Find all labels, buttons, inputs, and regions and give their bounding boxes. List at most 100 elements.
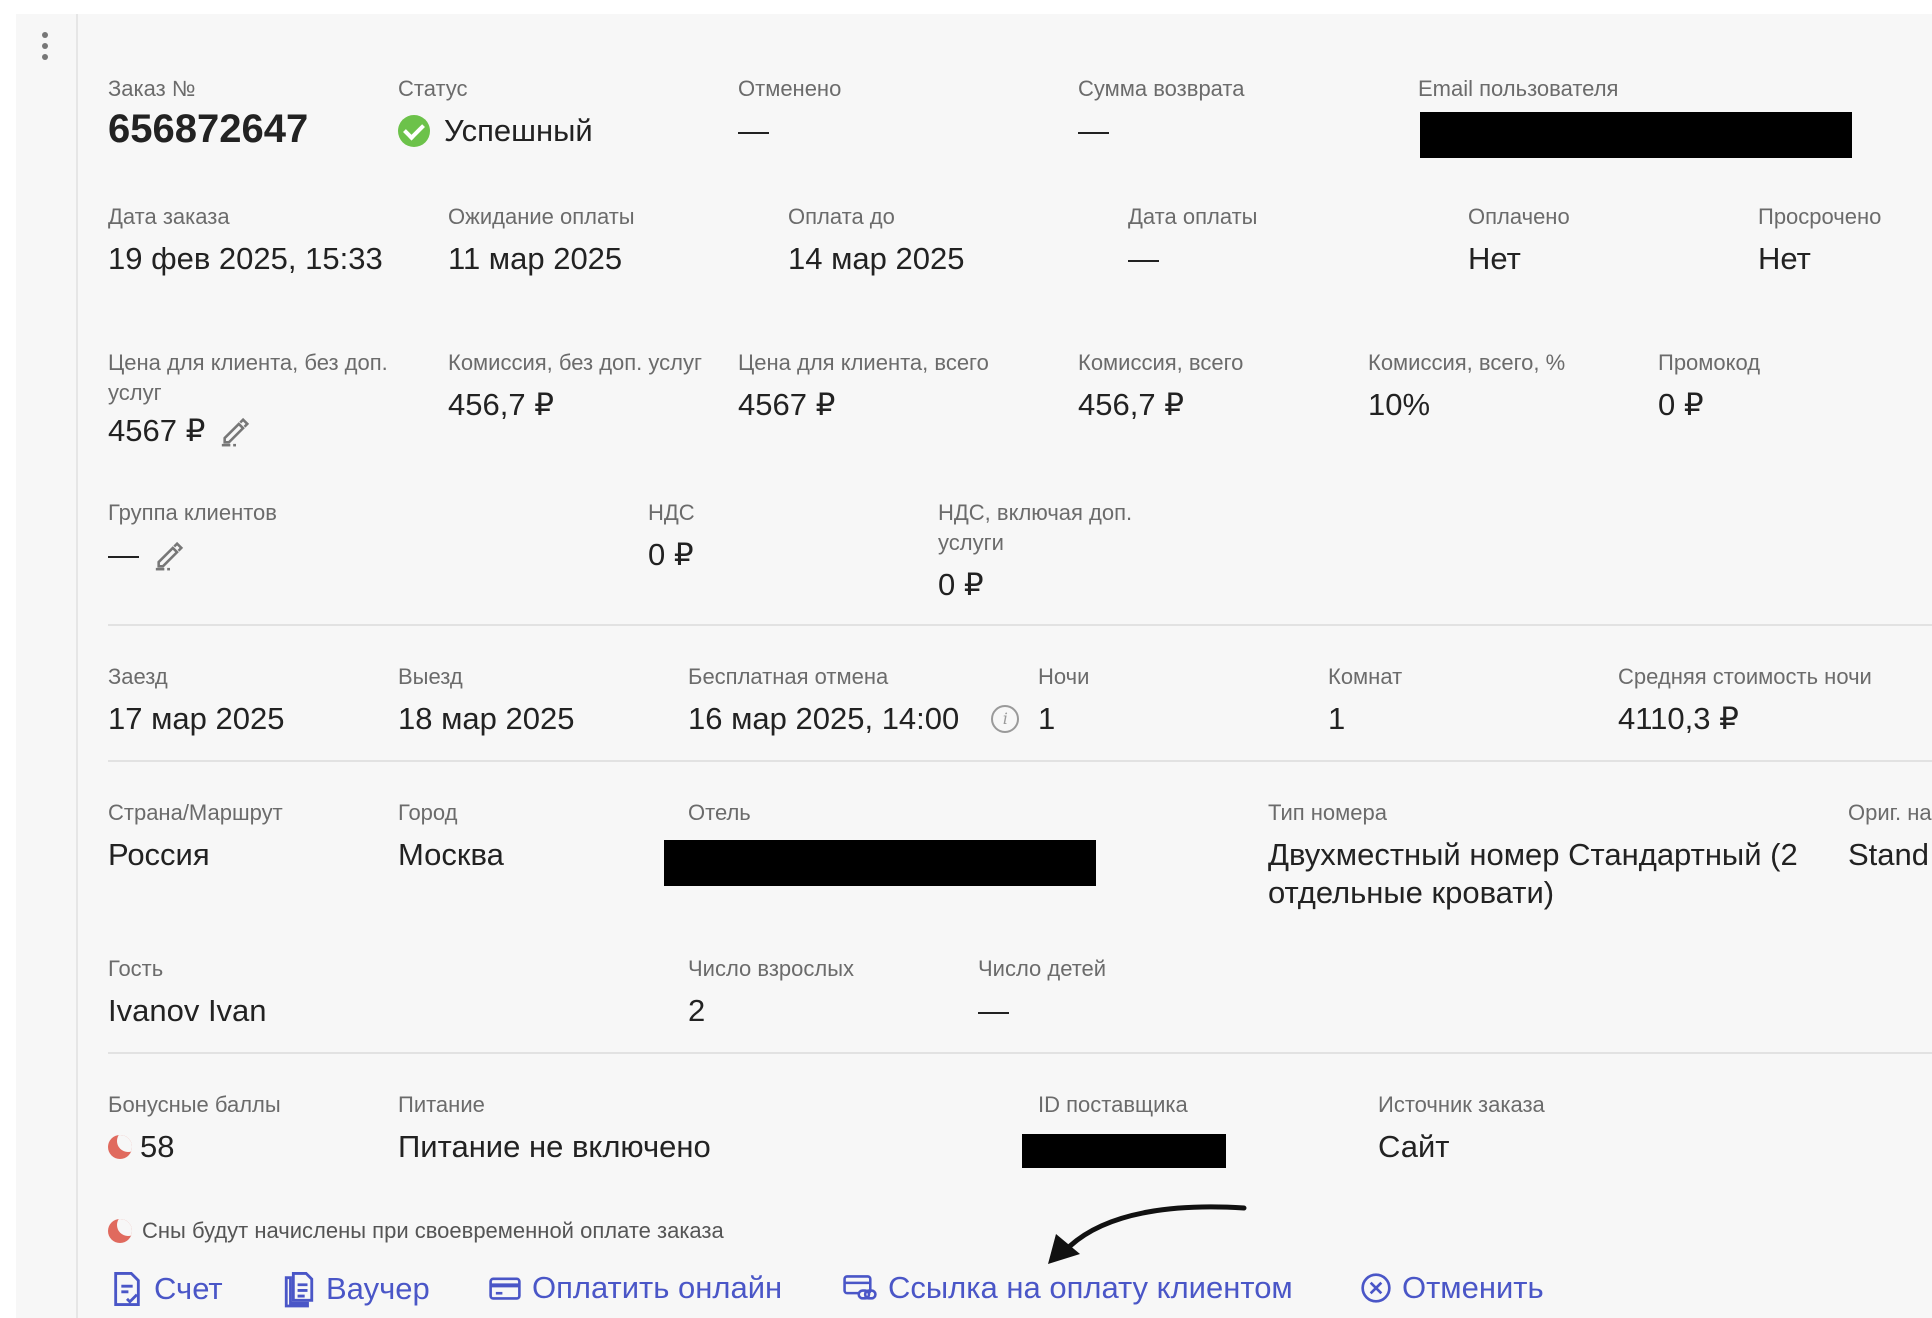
pay-link-label: Ссылка на оплату клиентом	[888, 1270, 1293, 1305]
promo-value: 0 ₽	[1658, 387, 1704, 422]
commission-total-field: Комиссия, всего 456,7 ₽	[1078, 348, 1243, 424]
adults-field: Число взрослых 2	[688, 954, 854, 1030]
cancel-button[interactable]: Отменить	[1360, 1270, 1544, 1306]
rooms-value: 1	[1328, 701, 1346, 736]
price-total-label: Цена для клиента, всего	[738, 350, 989, 375]
country-value: Россия	[108, 837, 210, 872]
credit-card-icon	[489, 1277, 521, 1300]
awaiting-value: 11 мар 2025	[448, 241, 623, 276]
client-group-field: Группа клиентов —	[108, 498, 277, 574]
avg-night-value: 4110,3 ₽	[1618, 701, 1739, 736]
status-field: Статус Успешный	[398, 74, 593, 150]
order-number-field: Заказ № 656872647	[108, 74, 308, 149]
source-value: Сайт	[1378, 1129, 1450, 1164]
room-type-label: Тип номера	[1268, 800, 1388, 825]
commission-value: 456,7 ₽	[448, 387, 554, 422]
price-client-label: Цена для клиента, без доп. услуг	[108, 350, 388, 405]
price-client-field: Цена для клиента, без доп. услуг 4567 ₽	[108, 348, 428, 450]
checkout-value: 18 мар 2025	[398, 701, 575, 736]
checkin-label: Заезд	[108, 664, 168, 689]
email-field: Email пользователя	[1418, 74, 1618, 104]
client-group-value: —	[108, 537, 139, 572]
guest-value: Ivanov Ivan	[108, 993, 267, 1028]
orig-name-label: Ориг. на	[1848, 800, 1932, 825]
pencil-icon[interactable]	[153, 538, 187, 572]
promo-label: Промокод	[1658, 350, 1761, 375]
promo-field: Промокод 0 ₽	[1658, 348, 1760, 424]
vat-total-field: НДС, включая доп. услуги 0 ₽	[938, 498, 1178, 604]
invoice-button[interactable]: Счет	[110, 1270, 223, 1308]
commission-pct-label: Комиссия, всего, %	[1368, 350, 1566, 375]
nights-field: Ночи 1	[1038, 662, 1089, 738]
left-divider	[76, 14, 78, 1318]
copy-document-icon	[284, 1272, 314, 1308]
arrow-annotation	[1048, 1204, 1247, 1264]
section-divider	[108, 760, 1932, 762]
status-label: Статус	[398, 76, 468, 101]
kebab-menu-icon[interactable]	[38, 32, 52, 66]
bonus-note-text: Сны будут начислены при своевременной оп…	[142, 1218, 724, 1243]
moon-icon	[108, 1219, 132, 1243]
order-date-label: Дата заказа	[108, 204, 230, 229]
awaiting-field: Ожидание оплаты 11 мар 2025	[448, 202, 635, 278]
invoice-label: Счет	[154, 1271, 223, 1306]
hotel-field: Отель	[688, 798, 751, 828]
guest-label: Гость	[108, 956, 164, 981]
pay-online-button[interactable]: Оплатить онлайн	[488, 1270, 782, 1306]
check-circle-icon	[398, 115, 430, 147]
rooms-label: Комнат	[1328, 664, 1403, 689]
cancel-label: Отменить	[1402, 1270, 1544, 1305]
adults-value: 2	[688, 993, 706, 1028]
document-icon	[114, 1272, 140, 1306]
checkin-field: Заезд 17 мар 2025	[108, 662, 284, 738]
info-icon[interactable]: i	[991, 705, 1020, 733]
price-total-value: 4567 ₽	[738, 387, 836, 422]
awaiting-label: Ожидание оплаты	[448, 204, 635, 229]
pencil-icon[interactable]	[219, 414, 253, 448]
refund-value: —	[1078, 113, 1109, 148]
pay-link-button[interactable]: Ссылка на оплату клиентом	[842, 1270, 1293, 1306]
room-type-field: Тип номера Двухместный номер Стандартный…	[1268, 798, 1848, 912]
pay-until-label: Оплата до	[788, 204, 895, 229]
refund-field: Сумма возврата —	[1078, 74, 1245, 150]
commission-label: Комиссия, без доп. услуг	[448, 350, 703, 375]
children-field: Число детей —	[978, 954, 1106, 1030]
commission-pct-field: Комиссия, всего, % 10%	[1368, 348, 1565, 424]
order-date-field: Дата заказа 19 фев 2025, 15:33	[108, 202, 383, 278]
paid-value: Нет	[1468, 241, 1521, 276]
cancelled-label: Отменено	[738, 76, 842, 101]
hotel-label: Отель	[688, 800, 751, 825]
city-field: Город Москва	[398, 798, 504, 874]
free-cancel-label: Бесплатная отмена	[688, 664, 889, 689]
moon-icon	[108, 1135, 132, 1159]
price-client-value: 4567 ₽	[108, 413, 206, 448]
vat-label: НДС	[648, 500, 695, 525]
rooms-field: Комнат 1	[1328, 662, 1402, 738]
free-cancel-value: 16 мар 2025, 14:00	[688, 701, 960, 736]
cancelled-value: —	[738, 113, 769, 148]
country-field: Страна/Маршрут Россия	[108, 798, 283, 874]
card-link-icon	[843, 1275, 877, 1300]
city-value: Москва	[398, 837, 504, 872]
vat-total-label: НДС, включая доп. услуги	[938, 500, 1133, 555]
vat-field: НДС 0 ₽	[648, 498, 695, 574]
nights-label: Ночи	[1038, 664, 1090, 689]
orig-name-value: Stand	[1848, 837, 1930, 872]
status-value: Успешный	[444, 113, 593, 148]
supplier-id-redacted	[1022, 1134, 1226, 1168]
price-total-field: Цена для клиента, всего 4567 ₽	[738, 348, 989, 424]
supplier-id-field: ID поставщика	[1038, 1090, 1188, 1120]
voucher-label: Ваучер	[326, 1271, 430, 1306]
email-redacted	[1420, 112, 1852, 158]
children-label: Число детей	[978, 956, 1107, 981]
pay-date-value: —	[1128, 241, 1159, 276]
meals-label: Питание	[398, 1092, 485, 1117]
bonus-field: Бонусные баллы 58	[108, 1090, 281, 1166]
source-field: Источник заказа Сайт	[1378, 1090, 1545, 1166]
paid-field: Оплачено Нет	[1468, 202, 1570, 278]
room-type-value: Двухместный номер Стандартный (2 отдельн…	[1268, 837, 1798, 910]
paid-label: Оплачено	[1468, 204, 1570, 229]
voucher-button[interactable]: Ваучер	[282, 1270, 430, 1308]
cancelled-field: Отменено —	[738, 74, 841, 150]
bonus-value: 58	[140, 1129, 175, 1164]
